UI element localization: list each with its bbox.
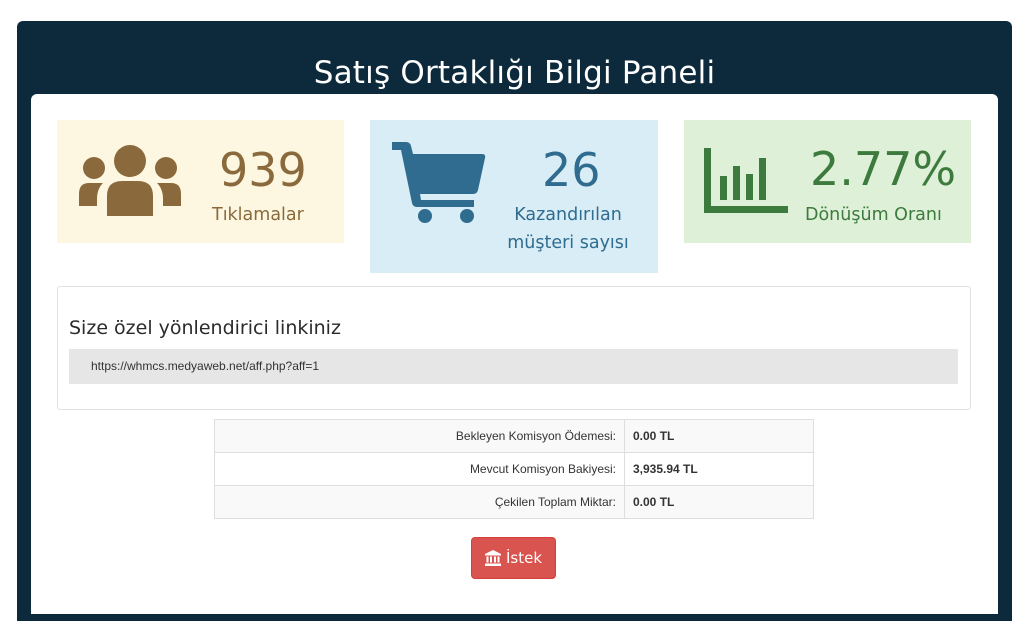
available-balance-value: 3,935.94 TL	[624, 452, 814, 486]
withdrawn-total-value: 0.00 TL	[624, 485, 814, 519]
available-balance-label: Mevcut Komisyon Bakiyesi:	[214, 452, 625, 486]
referral-link-title: Size özel yönlendirici linkiniz	[69, 317, 341, 339]
bank-icon	[484, 550, 501, 566]
table-row: Mevcut Komisyon Bakiyesi: 3,935.94 TL	[214, 452, 814, 486]
conversion-stat-card: 2.77% Dönüşüm Oranı	[684, 120, 971, 243]
page-title: Satış Ortaklığı Bilgi Paneli	[313, 55, 716, 91]
customers-label: Kazandırılan müşteri sayısı	[500, 201, 636, 257]
conversion-value: 2.77%	[810, 142, 957, 196]
table-row: Çekilen Toplam Miktar: 0.00 TL	[214, 485, 814, 519]
customers-label-line1: Kazandırılan	[514, 205, 622, 225]
users-icon	[79, 144, 181, 222]
customers-label-line2: müşteri sayısı	[507, 233, 629, 253]
pending-commission-value: 0.00 TL	[624, 419, 814, 453]
request-button-label: İstek	[505, 549, 543, 567]
table-row: Bekleyen Komisyon Ödemesi: 0.00 TL	[214, 419, 814, 453]
withdrawn-total-label: Çekilen Toplam Miktar:	[214, 485, 625, 519]
customers-value: 26	[542, 143, 601, 197]
shopping-cart-icon	[390, 140, 486, 228]
bar-chart-icon	[704, 148, 788, 218]
referral-link-panel: Size özel yönlendirici linkiniz https://…	[57, 286, 971, 410]
clicks-stat-card: 939 Tıklamalar	[57, 120, 344, 243]
pending-commission-label: Bekleyen Komisyon Ödemesi:	[214, 419, 625, 453]
conversion-label: Dönüşüm Oranı	[805, 205, 942, 225]
referral-link-field[interactable]: https://whmcs.medyaweb.net/aff.php?aff=1	[69, 349, 958, 384]
customers-stat-card: 26 Kazandırılan müşteri sayısı	[370, 120, 658, 273]
request-withdrawal-button[interactable]: İstek	[471, 537, 556, 579]
clicks-value: 939	[219, 143, 307, 197]
commission-table: Bekleyen Komisyon Ödemesi: 0.00 TL Mevcu…	[214, 419, 814, 519]
clicks-label: Tıklamalar	[212, 205, 304, 225]
